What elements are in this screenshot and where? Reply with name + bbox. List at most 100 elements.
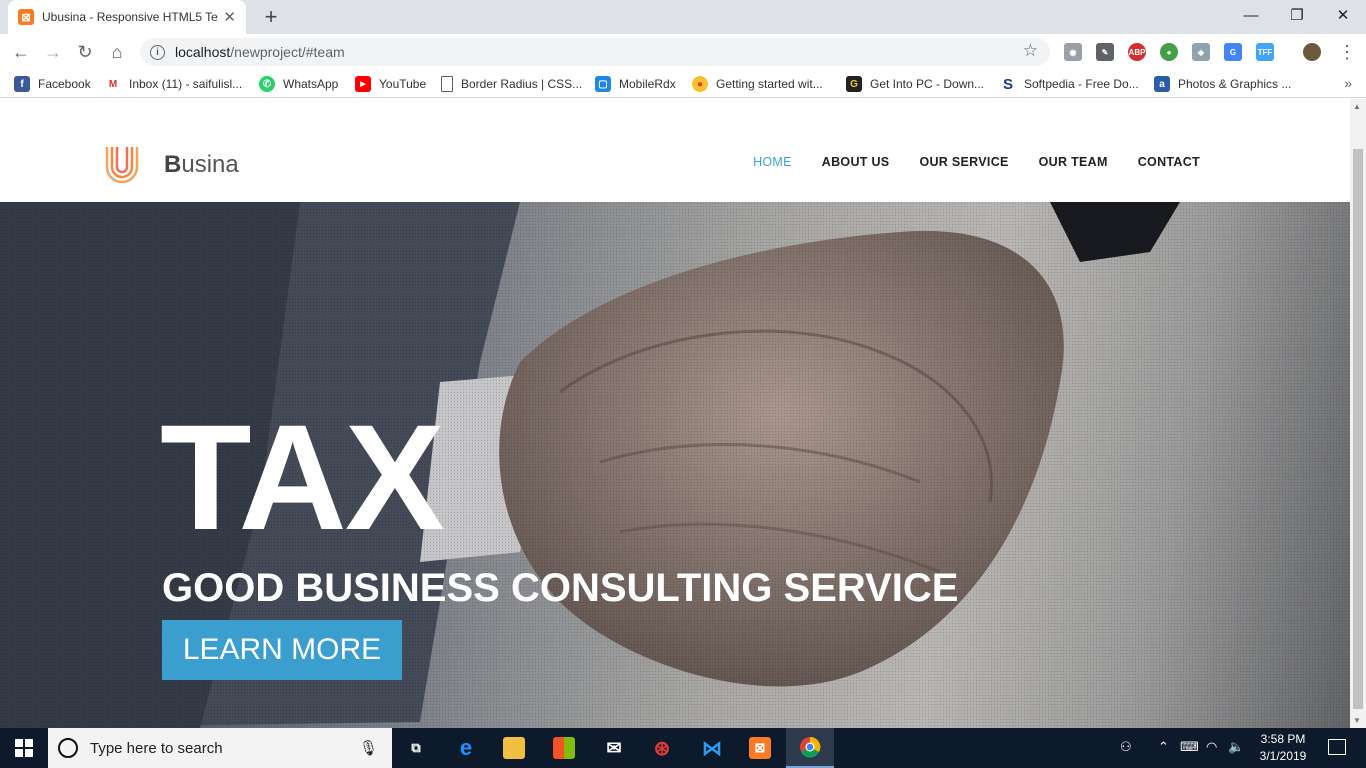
store-icon <box>553 737 575 759</box>
mail-icon: ✉ <box>606 737 622 758</box>
logo-rest: usina <box>181 151 239 178</box>
taskbar-search[interactable]: Type here to search 🎙 <box>48 728 392 768</box>
task-view-button[interactable]: ⧉ <box>392 728 440 768</box>
close-window-button[interactable]: ✕ <box>1320 0 1366 30</box>
volume-icon[interactable]: 🔈 <box>1228 739 1244 755</box>
youtube-icon: ▶ <box>355 76 371 92</box>
browser-tab[interactable]: ⊠ Ubusina - Responsive HTML5 Ten ✕ <box>8 0 246 34</box>
main-nav: HOME ABOUT US OUR SERVICE OUR TEAM CONTA… <box>723 155 1200 169</box>
mobilerdx-icon: ▢ <box>595 76 611 92</box>
page-scrollbar[interactable]: ▲ ▼ <box>1350 99 1366 728</box>
bookmark-border-radius[interactable]: Border Radius | CSS... <box>441 75 582 93</box>
bookmark-label: WhatsApp <box>283 77 339 91</box>
bookmark-label: Photos & Graphics ... <box>1178 77 1292 91</box>
softpedia-icon: S <box>1000 76 1016 93</box>
nav-contact[interactable]: CONTACT <box>1138 155 1200 169</box>
page-icon <box>441 76 453 92</box>
system-clock[interactable]: 3:58 PM 3/1/2019 <box>1256 731 1310 765</box>
bookmark-label: Get Into PC - Down... <box>870 77 985 91</box>
taskbar-mail[interactable]: ✉ <box>590 728 638 768</box>
task-view-icon: ⧉ <box>411 740 421 755</box>
camera-extension-icon[interactable]: ◉ <box>1064 43 1082 61</box>
nav-about-us[interactable]: ABOUT US <box>822 155 890 169</box>
learn-more-button[interactable]: LEARN MORE <box>162 620 402 680</box>
taskbar-edge[interactable]: e <box>442 728 490 768</box>
logo-initial: B <box>164 151 182 178</box>
cortana-icon <box>58 738 78 758</box>
taskbar-xampp[interactable]: ⊠ <box>736 728 784 768</box>
back-button[interactable]: ← <box>8 39 34 65</box>
bookmark-softpedia[interactable]: S Softpedia - Free Do... <box>1000 75 1139 93</box>
bookmarks-bar: f Facebook M Inbox (11) - saifulisl... ✆… <box>0 70 1366 98</box>
input-method-icon[interactable]: ⌨ <box>1180 739 1199 755</box>
taskbar-chrome[interactable] <box>786 728 834 768</box>
scroll-up-icon[interactable]: ▲ <box>1353 102 1361 111</box>
bookmark-youtube[interactable]: ▶ YouTube <box>355 75 426 93</box>
people-icon[interactable]: ⚇ <box>1120 739 1132 755</box>
bookmark-getting-started[interactable]: ● Getting started wit... <box>692 75 823 93</box>
minimize-button[interactable]: — <box>1228 0 1274 30</box>
wifi-icon[interactable]: ◠ <box>1206 739 1217 755</box>
whatsapp-icon: ✆ <box>259 76 275 92</box>
bookmark-label: Getting started wit... <box>716 77 823 91</box>
url-host: localhost <box>175 44 231 60</box>
hero-title: TAX <box>160 393 445 561</box>
home-button[interactable]: ⌂ <box>104 39 130 65</box>
scroll-down-icon[interactable]: ▼ <box>1353 716 1361 725</box>
action-center-icon[interactable] <box>1328 739 1346 755</box>
bookmarks-overflow-icon[interactable]: » <box>1344 75 1352 91</box>
forward-button[interactable]: → <box>40 39 66 65</box>
folder-icon <box>503 737 525 759</box>
adblock-extension-icon[interactable]: ABP <box>1128 43 1146 61</box>
app-red-icon: ⊛ <box>653 737 671 760</box>
tab-title: Ubusina - Responsive HTML5 Ten <box>42 10 218 24</box>
getting-started-icon: ● <box>692 76 708 92</box>
bookmark-star-icon[interactable]: ☆ <box>1023 41 1038 61</box>
bookmark-label: Border Radius | CSS... <box>461 77 583 91</box>
reload-button[interactable]: ↻ <box>72 39 98 65</box>
chrome-icon <box>800 736 821 758</box>
gmail-icon: M <box>105 76 121 92</box>
windows-logo-icon <box>15 739 33 757</box>
new-tab-button[interactable]: + <box>258 4 284 30</box>
bookmark-gmail[interactable]: M Inbox (11) - saifulisl... <box>105 75 242 93</box>
edge-icon: e <box>459 735 473 760</box>
taskbar-vscode[interactable]: ⋈ <box>688 728 736 768</box>
bookmark-getintopc[interactable]: G Get Into PC - Down... <box>846 75 984 93</box>
restore-button[interactable]: ❐ <box>1274 0 1320 30</box>
nav-our-service[interactable]: OUR SERVICE <box>919 155 1008 169</box>
shield-extension-icon[interactable]: ◆ <box>1192 43 1210 61</box>
tray-expand-icon[interactable]: ⌃ <box>1158 739 1169 755</box>
start-button[interactable] <box>0 728 48 768</box>
site-header: Busina HOME ABOUT US OUR SERVICE OUR TEA… <box>0 99 1350 202</box>
nav-home[interactable]: HOME <box>753 155 792 169</box>
tab-favicon-icon: ⊠ <box>18 9 34 25</box>
browser-toolbar: ← → ↻ ⌂ i localhost/newproject/#team ☆ ◉… <box>0 34 1366 70</box>
eyedropper-extension-icon[interactable]: ✎ <box>1096 43 1114 61</box>
bookmark-label: YouTube <box>379 77 427 91</box>
tff-extension-icon[interactable]: TFF <box>1256 43 1274 61</box>
hero-banner: TAX GOOD BUSINESS CONSULTING SERVICE LEA… <box>0 202 1350 728</box>
extension-globe-icon[interactable]: ● <box>1160 43 1178 61</box>
profile-avatar[interactable] <box>1303 43 1321 61</box>
bookmark-whatsapp[interactable]: ✆ WhatsApp <box>259 75 338 93</box>
translate-extension-icon[interactable]: G <box>1224 43 1242 61</box>
taskbar-app-red[interactable]: ⊛ <box>638 728 686 768</box>
chrome-menu-icon[interactable]: ⋮ <box>1334 39 1360 65</box>
getintopc-icon: G <box>846 76 862 92</box>
photos-icon: a <box>1154 76 1170 92</box>
bookmark-label: Softpedia - Free Do... <box>1024 77 1139 91</box>
site-info-icon[interactable]: i <box>150 44 165 60</box>
scroll-thumb[interactable] <box>1353 149 1363 709</box>
microphone-icon[interactable]: 🎙 <box>359 739 378 757</box>
tab-close-icon[interactable]: ✕ <box>223 8 236 26</box>
address-bar[interactable]: i localhost/newproject/#team ☆ <box>140 38 1050 66</box>
nav-our-team[interactable]: OUR TEAM <box>1039 155 1108 169</box>
site-logo[interactable]: Busina <box>104 145 239 185</box>
taskbar-store[interactable] <box>540 728 588 768</box>
taskbar-file-explorer[interactable] <box>490 728 538 768</box>
bookmark-facebook[interactable]: f Facebook <box>14 75 91 93</box>
bookmark-mobilerdx[interactable]: ▢ MobileRdx <box>595 75 676 93</box>
logo-text: Busina <box>164 151 239 179</box>
bookmark-photos-graphics[interactable]: a Photos & Graphics ... <box>1154 75 1291 93</box>
